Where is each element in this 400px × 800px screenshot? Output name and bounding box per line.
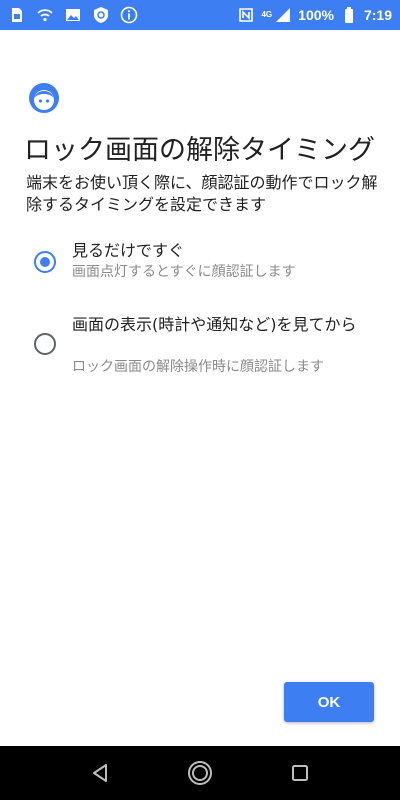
option-sublabel: 画面点灯するとすぐに顔認証します (72, 264, 296, 280)
wifi-calling-icon (36, 6, 54, 24)
battery-percentage: 100% (298, 7, 334, 23)
option-label: 見るだけですぐ (72, 241, 185, 260)
option-sublabel: ロック画面の解除操作時に顔認証します (72, 359, 324, 375)
page-description: 端末をお使い頂く際に、顔認証の動作でロック解除するタイミングを設定できます (26, 173, 378, 214)
status-bar-left (8, 6, 138, 24)
sim-icon (8, 6, 26, 24)
network-type-label: 4G (261, 10, 273, 19)
back-icon[interactable] (88, 760, 114, 786)
option-after-viewing[interactable]: 画面の表示(時計や通知など)を見てから ロック画面の解除操作時に顔認証します (0, 314, 400, 380)
radio-button-unselected[interactable] (34, 333, 56, 355)
recents-icon[interactable] (287, 760, 313, 786)
shield-icon (92, 6, 110, 24)
radio-button-selected[interactable] (34, 251, 56, 273)
page-title: ロック画面の解除タイミング (24, 135, 375, 166)
clock: 7:19 (363, 7, 392, 23)
home-icon[interactable] (187, 760, 213, 786)
ok-button[interactable]: OK (284, 682, 374, 722)
face-icon (28, 82, 60, 114)
option-immediate[interactable]: 見るだけですぐ 画面点灯するとすぐに顔認証します (0, 240, 400, 288)
status-bar-right: 4G 100% 7:19 (237, 6, 392, 24)
status-bar: 4G 100% 7:19 (0, 0, 400, 30)
option-label: 画面の表示(時計や通知など)を見てから (72, 315, 357, 334)
navigation-bar (0, 746, 400, 800)
signal-icon (274, 6, 292, 24)
battery-icon (340, 6, 358, 24)
image-icon (64, 6, 82, 24)
nfc-icon (237, 6, 255, 24)
info-icon (120, 6, 138, 24)
